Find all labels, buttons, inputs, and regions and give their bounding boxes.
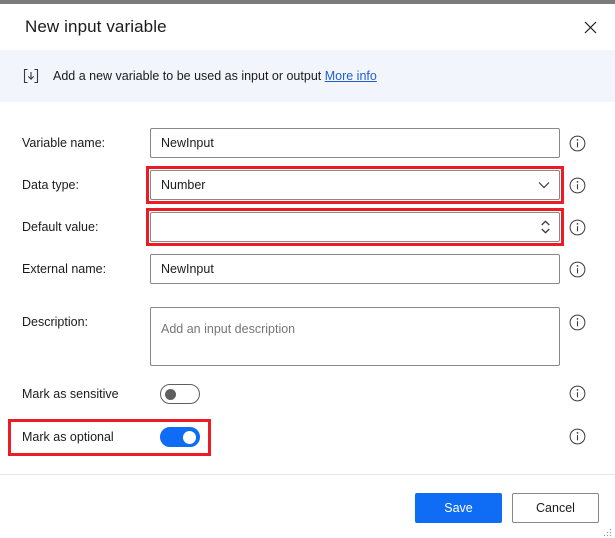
variable-name-value: NewInput <box>161 136 214 150</box>
save-button[interactable]: Save <box>415 493 502 523</box>
dialog-footer: Save Cancel <box>0 474 615 538</box>
toggle-knob <box>183 431 196 444</box>
close-icon <box>584 21 596 33</box>
page-title: New input variable <box>25 17 167 36</box>
label-external-name: External name: <box>22 262 107 276</box>
variable-name-input[interactable]: NewInput <box>150 128 560 158</box>
default-value-input[interactable] <box>150 212 560 242</box>
description-textarea[interactable]: Add an input description <box>150 307 560 366</box>
close-button[interactable] <box>573 11 607 43</box>
label-data-type: Data type: <box>22 178 79 192</box>
info-banner: Add a new variable to be used as input o… <box>0 50 615 102</box>
dialog-titlebar: New input variable <box>0 4 615 50</box>
toggle-knob <box>165 389 176 400</box>
info-icon-description[interactable] <box>569 314 586 331</box>
label-variable-name: Variable name: <box>22 136 106 150</box>
info-icon-external-name[interactable] <box>569 261 586 278</box>
info-icon-mark-as-optional[interactable] <box>569 428 586 445</box>
data-type-dropdown[interactable]: Number <box>150 170 560 200</box>
external-name-input[interactable]: NewInput <box>150 254 560 284</box>
cancel-button[interactable]: Cancel <box>512 493 599 523</box>
input-variable-icon <box>22 67 40 85</box>
external-name-value: NewInput <box>161 262 214 276</box>
toggle-mark-as-sensitive[interactable] <box>160 384 200 404</box>
spinner-updown-icon[interactable] <box>540 217 551 237</box>
resize-grip-icon[interactable] <box>602 527 612 537</box>
info-icon-default-value[interactable] <box>569 219 586 236</box>
banner-message: Add a new variable to be used as input o… <box>53 69 322 83</box>
banner-text: Add a new variable to be used as input o… <box>53 69 377 83</box>
more-info-link[interactable]: More info <box>325 69 377 83</box>
label-mark-as-optional: Mark as optional <box>22 430 114 444</box>
info-icon-mark-as-sensitive[interactable] <box>569 385 586 402</box>
description-placeholder: Add an input description <box>161 322 296 336</box>
data-type-value: Number <box>161 178 206 192</box>
info-icon-variable-name[interactable] <box>569 135 586 152</box>
toggle-mark-as-optional[interactable] <box>160 427 200 447</box>
label-default-value: Default value: <box>22 220 99 234</box>
form-body: Variable name: NewInput Data type: Numbe… <box>0 102 615 474</box>
label-mark-as-sensitive: Mark as sensitive <box>22 387 119 401</box>
chevron-down-icon <box>538 182 550 189</box>
label-description: Description: <box>22 315 88 329</box>
info-icon-data-type[interactable] <box>569 177 586 194</box>
dialog-window: New input variable Add a new variable to… <box>0 0 615 538</box>
